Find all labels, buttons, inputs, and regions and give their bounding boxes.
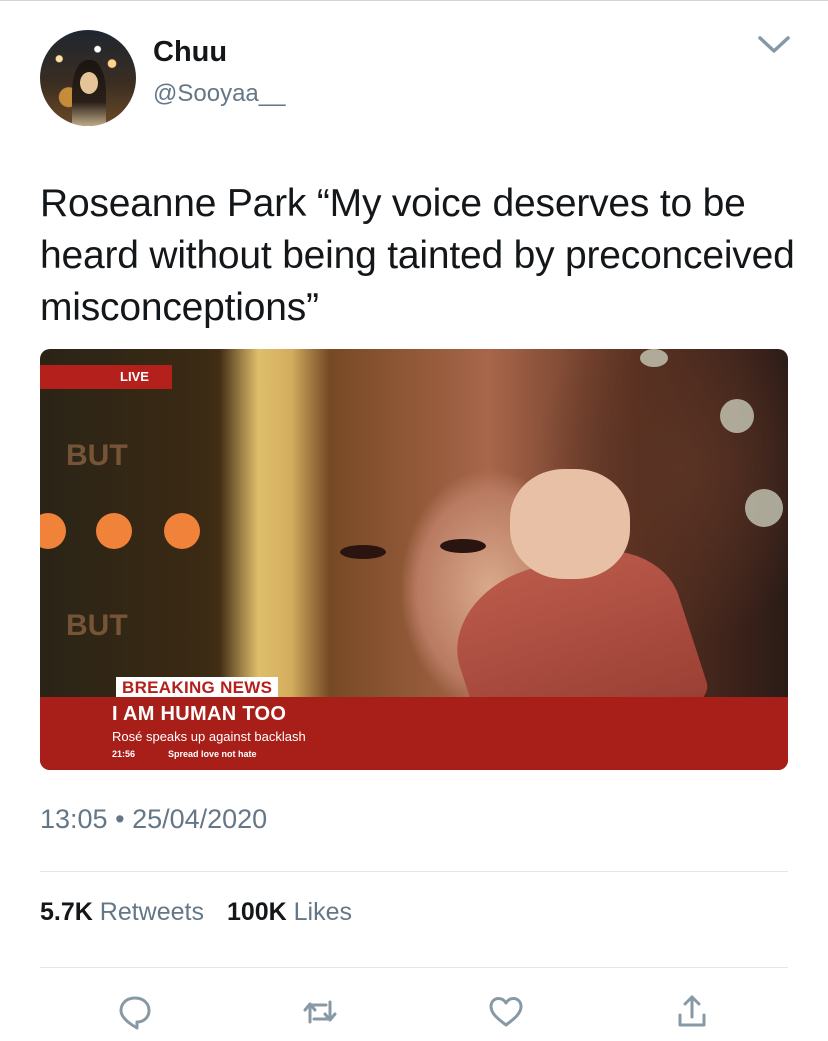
news-subline: Rosé speaks up against backlash: [112, 729, 306, 744]
retweet-icon: [303, 1000, 337, 1024]
breaking-news-label: BREAKING NEWS: [116, 677, 279, 699]
like-button[interactable]: [484, 990, 528, 1034]
tweet-stats: 5.7K Retweets 100K Likes: [40, 898, 368, 927]
tweet-time: 13:05: [40, 804, 108, 834]
retweets-label: Retweets: [99, 898, 204, 926]
likes-count: 100K: [226, 898, 287, 926]
divider: [40, 967, 788, 968]
user-handle[interactable]: @Sooyaa__: [153, 80, 285, 108]
tweet-media-image[interactable]: LIVE BUT BUT BREAKING NEWS I AM HUMAN TO…: [40, 349, 788, 770]
news-band: I AM HUMAN TOO Rosé speaks up against ba…: [40, 697, 788, 770]
news-headline: I AM HUMAN TOO: [112, 703, 287, 725]
display-name[interactable]: Chuu: [153, 36, 227, 69]
news-ticker-time: 21:56: [112, 749, 136, 759]
likes-stat[interactable]: 100K Likes: [227, 898, 352, 926]
live-badge: LIVE: [40, 365, 172, 389]
reply-icon: [119, 996, 151, 1030]
share-icon: [678, 995, 706, 1027]
divider: [40, 871, 788, 872]
tweet-actions-bar: [0, 990, 828, 1034]
heart-icon: [489, 997, 523, 1027]
avatar-face: [80, 72, 98, 94]
news-ticker-text: Spread love not hate: [168, 749, 257, 759]
chevron-down-icon: [758, 36, 790, 53]
tweet-timestamp[interactable]: 13:05 • 25/04/2020: [40, 804, 267, 835]
top-divider: [0, 0, 828, 1]
reply-button[interactable]: [113, 990, 157, 1034]
avatar[interactable]: [40, 30, 136, 126]
meta-separator: •: [115, 804, 125, 834]
tweet-date: 25/04/2020: [132, 804, 268, 834]
retweets-stat[interactable]: 5.7K Retweets: [40, 898, 204, 926]
share-button[interactable]: [670, 990, 714, 1034]
tweet-text: Roseanne Park “My voice deserves to be h…: [40, 182, 795, 329]
retweet-button[interactable]: [298, 990, 342, 1034]
ghost-text: BUT: [66, 439, 128, 472]
news-lower-third: BREAKING NEWS I AM HUMAN TOO Rosé speaks…: [40, 671, 788, 770]
likes-label: Likes: [293, 898, 353, 926]
ghost-text: BUT: [66, 609, 128, 642]
retweets-count: 5.7K: [40, 898, 93, 926]
live-label: LIVE: [120, 369, 149, 384]
more-options-button[interactable]: [752, 30, 796, 60]
